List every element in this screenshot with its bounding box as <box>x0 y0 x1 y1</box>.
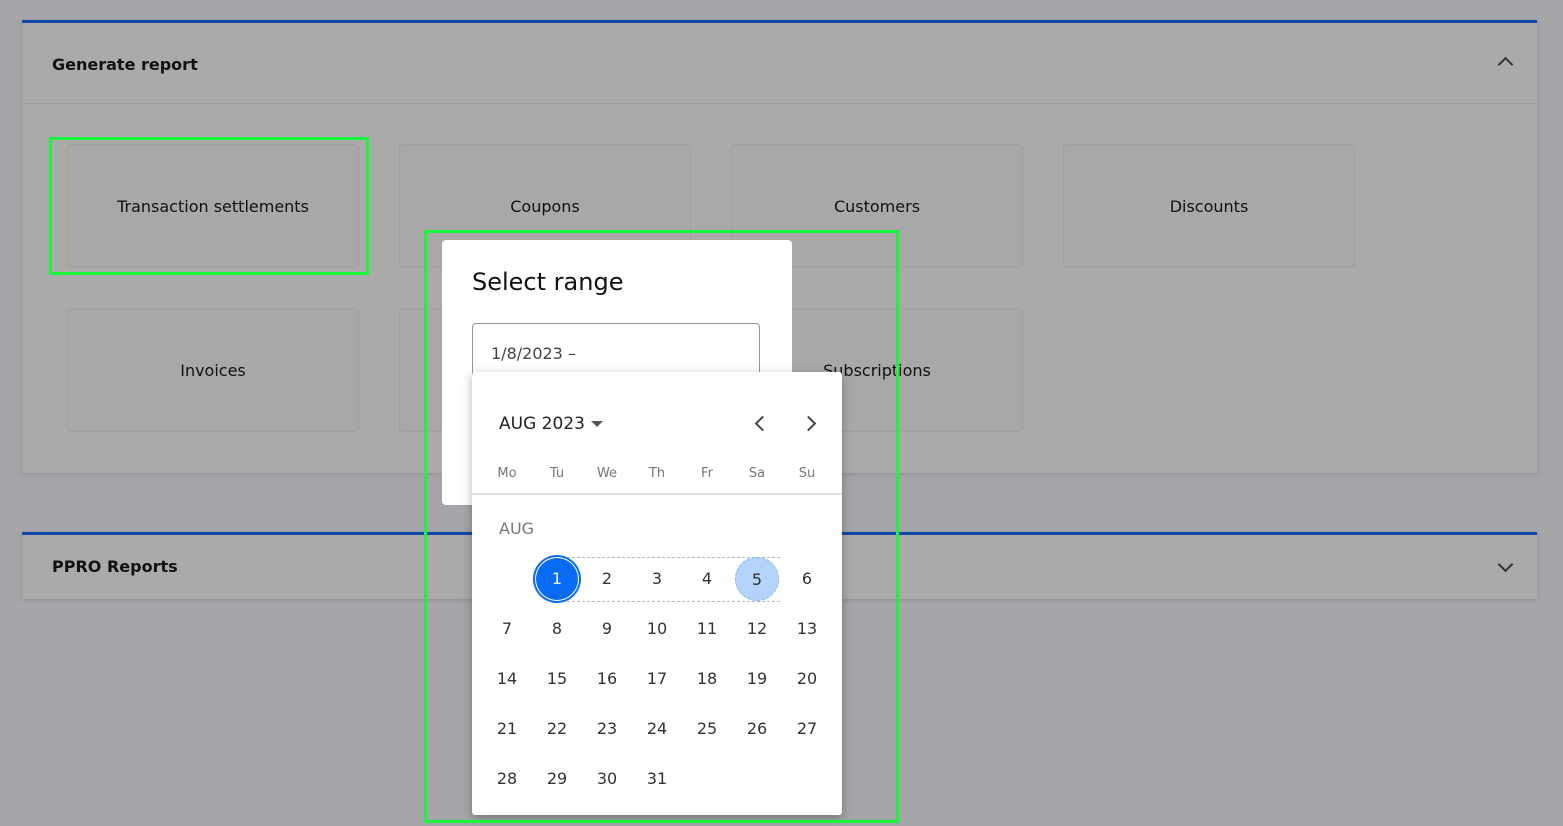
calendar-popup: AUG 2023 AUG Mo Tu We Th Fr Sa Su 1 2 3 4 5 6 7 8 9 10 11… <box>472 372 842 815</box>
ppro-reports-title: PPRO Reports <box>52 557 178 576</box>
dropdown-triangle-icon <box>590 421 603 427</box>
day-12[interactable]: 12 <box>735 607 779 651</box>
day-20[interactable]: 20 <box>785 657 829 701</box>
day-4[interactable]: 4 <box>685 557 729 601</box>
day-29[interactable]: 29 <box>535 757 579 801</box>
month-label: AUG <box>499 519 535 538</box>
card-discounts[interactable]: Discounts <box>1063 144 1355 268</box>
next-month-icon[interactable] <box>800 415 817 432</box>
generate-report-title: Generate report <box>52 55 198 74</box>
day-28[interactable]: 28 <box>485 757 529 801</box>
day-7[interactable]: 7 <box>485 607 529 651</box>
day-18[interactable]: 18 <box>685 657 729 701</box>
day-6[interactable]: 6 <box>785 557 829 601</box>
weekday-th: Th <box>648 466 666 481</box>
day-17[interactable]: 17 <box>635 657 679 701</box>
weekday-su: Su <box>798 466 816 481</box>
day-14[interactable]: 14 <box>485 657 529 701</box>
day-3[interactable]: 3 <box>635 557 679 601</box>
day-8[interactable]: 8 <box>535 607 579 651</box>
day-31[interactable]: 31 <box>635 757 679 801</box>
month-year-selector[interactable]: AUG 2023 <box>499 414 603 434</box>
day-1[interactable]: 1 <box>535 557 579 601</box>
weekday-mo: Mo <box>497 466 517 481</box>
day-19[interactable]: 19 <box>735 657 779 701</box>
card-transaction-settlements[interactable]: Transaction settlements <box>67 144 359 268</box>
day-2[interactable]: 2 <box>585 557 629 601</box>
chevron-up-icon[interactable] <box>1497 56 1514 73</box>
prev-month-icon[interactable] <box>754 415 771 432</box>
day-21[interactable]: 21 <box>485 707 529 751</box>
weekday-tu: Tu <box>549 466 565 481</box>
dialog-title: Select range <box>472 268 624 296</box>
day-26[interactable]: 26 <box>735 707 779 751</box>
day-5[interactable]: 5 <box>735 557 779 601</box>
weekday-sa: Sa <box>748 466 766 481</box>
day-11[interactable]: 11 <box>685 607 729 651</box>
day-15[interactable]: 15 <box>535 657 579 701</box>
divider <box>22 103 1537 104</box>
day-13[interactable]: 13 <box>785 607 829 651</box>
day-24[interactable]: 24 <box>635 707 679 751</box>
day-22[interactable]: 22 <box>535 707 579 751</box>
day-23[interactable]: 23 <box>585 707 629 751</box>
day-10[interactable]: 10 <box>635 607 679 651</box>
card-invoices[interactable]: Invoices <box>67 308 359 432</box>
chevron-down-icon[interactable] <box>1497 556 1514 573</box>
day-25[interactable]: 25 <box>685 707 729 751</box>
day-30[interactable]: 30 <box>585 757 629 801</box>
weekday-fr: Fr <box>701 466 713 481</box>
day-27[interactable]: 27 <box>785 707 829 751</box>
weekday-divider <box>472 493 842 495</box>
weekday-we: We <box>596 466 618 481</box>
day-16[interactable]: 16 <box>585 657 629 701</box>
day-9[interactable]: 9 <box>585 607 629 651</box>
month-year-label: AUG 2023 <box>499 414 585 434</box>
